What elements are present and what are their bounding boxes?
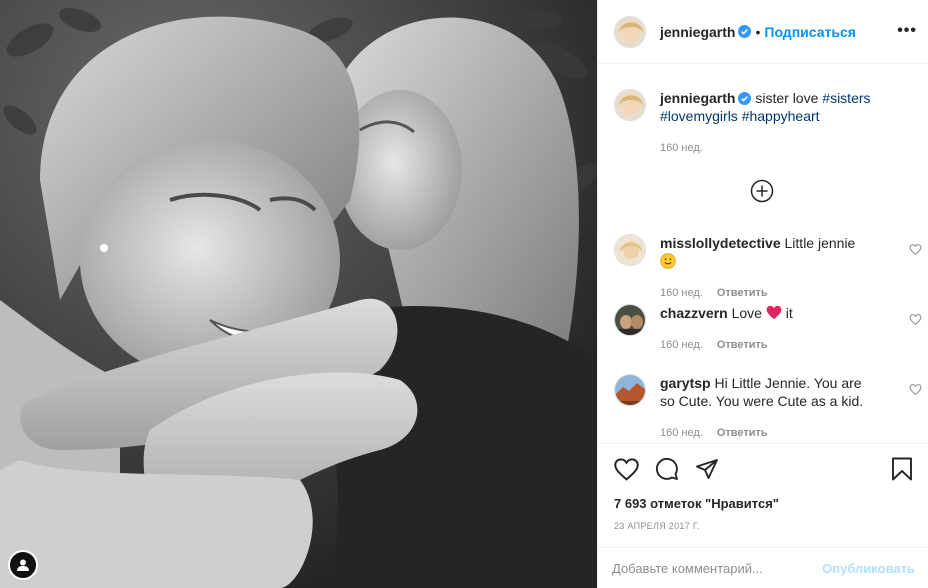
more-icon[interactable]: ••• (897, 22, 917, 40)
caption-text: sister love (755, 90, 819, 106)
comment-button[interactable] (655, 457, 679, 481)
like-comment-icon[interactable] (909, 383, 922, 396)
load-more-icon (750, 179, 774, 203)
like-comment-icon[interactable] (909, 313, 922, 326)
publish-button[interactable]: Опубликовать (822, 561, 915, 576)
header-separator: • (755, 23, 761, 40)
comment-item: garytsp Hi Little Jennie. You are so Cut… (614, 374, 922, 442)
caption: jenniegarth sister love #sisters #lovemy… (614, 89, 914, 157)
bookmark-icon (892, 457, 912, 481)
smile-emoji-icon (660, 253, 676, 269)
post-photo[interactable] (0, 0, 597, 588)
profile-icon (17, 559, 29, 571)
comment-item: chazzvern Love it 160 нед. Ответить (614, 304, 922, 354)
like-button[interactable] (614, 457, 639, 481)
verified-icon (738, 25, 752, 38)
like-comment-icon[interactable] (909, 243, 922, 256)
red-heart-emoji-icon (766, 305, 782, 320)
post-side-panel: jenniegarth • Подписаться ••• jenniegart… (597, 0, 928, 588)
verified-icon (738, 92, 752, 105)
save-button[interactable] (891, 457, 913, 481)
follow-button[interactable]: Подписаться (764, 24, 856, 40)
reply-button[interactable]: Ответить (717, 427, 768, 439)
heart-icon (614, 457, 639, 481)
likes-count[interactable]: 7 693 отметок "Нравится" (614, 496, 913, 511)
load-more-comments-button[interactable] (750, 179, 774, 203)
comment-compose: Опубликовать (598, 547, 928, 588)
author-avatar[interactable] (614, 89, 646, 121)
hashtag[interactable]: #sisters (822, 90, 870, 106)
comment-time[interactable]: 160 нед. (660, 339, 703, 351)
reply-button[interactable]: Ответить (717, 287, 768, 299)
commenter-username[interactable]: chazzvern (660, 305, 728, 321)
commenter-avatar[interactable] (614, 234, 646, 266)
comment-input[interactable] (612, 560, 812, 576)
share-button[interactable] (695, 457, 719, 481)
caption-username[interactable]: jenniegarth (660, 90, 735, 106)
post-image (0, 0, 597, 588)
author-username[interactable]: jenniegarth (660, 24, 735, 40)
hashtag[interactable]: #lovemygirls (660, 108, 738, 124)
comment-time[interactable]: 160 нед. (660, 287, 703, 299)
author-avatar[interactable] (614, 15, 646, 48)
commenter-username[interactable]: garytsp (660, 375, 711, 391)
post-date[interactable]: 23 АПРЕЛЯ 2017 Г. (614, 521, 913, 531)
tagged-profile-button[interactable] (8, 550, 38, 580)
comment-text: Love (731, 305, 762, 321)
reply-button[interactable]: Ответить (717, 339, 768, 351)
comment-text: Little jennie (784, 235, 856, 251)
comment-text: it (785, 305, 793, 321)
share-icon (696, 459, 718, 479)
hashtag[interactable]: #happyheart (742, 108, 820, 124)
comment-icon (655, 457, 678, 480)
post-actions: 7 693 отметок "Нравится" 23 АПРЕЛЯ 2017 … (598, 443, 928, 547)
caption-time[interactable]: 160 нед. (660, 142, 703, 154)
commenter-avatar[interactable] (614, 304, 646, 336)
comment-item: misslollydetective Little jennie 160 нед… (614, 234, 922, 302)
post-header: jenniegarth • Подписаться ••• (598, 0, 928, 64)
comment-time[interactable]: 160 нед. (660, 427, 703, 439)
commenter-avatar[interactable] (614, 374, 646, 406)
commenter-username[interactable]: misslollydetective (660, 235, 781, 251)
